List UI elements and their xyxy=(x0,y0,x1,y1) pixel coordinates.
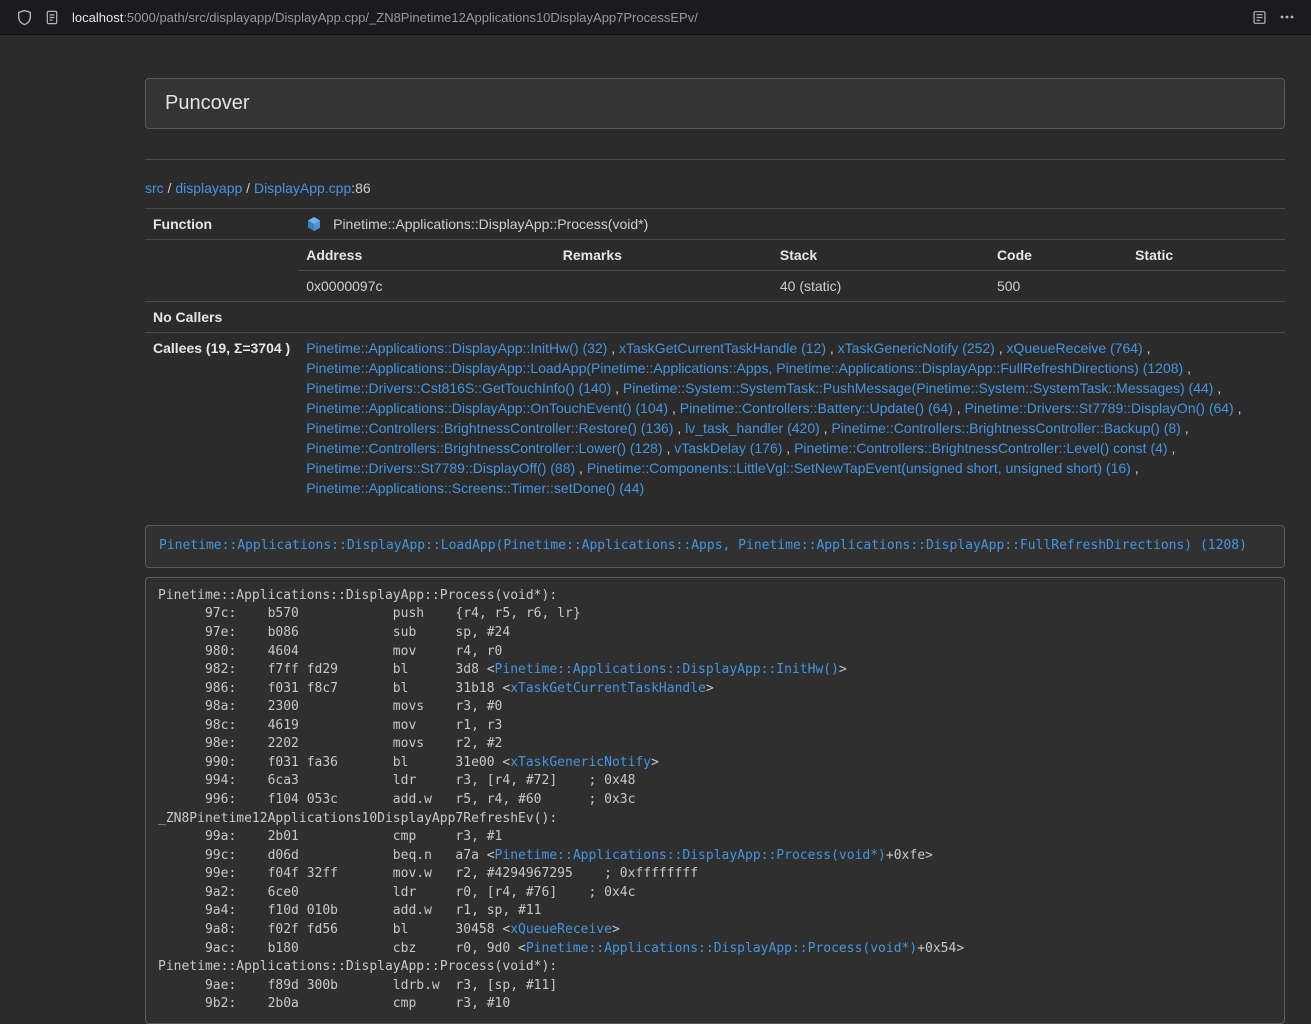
function-row: Function Pinetime::Applications::Display… xyxy=(145,209,1285,240)
callee-link[interactable]: Pinetime::Drivers::Cst816S::GetTouchInfo… xyxy=(306,380,611,396)
function-row-label: Function xyxy=(145,209,298,240)
more-menu-icon[interactable] xyxy=(1273,3,1301,31)
cell-remarks xyxy=(555,271,772,302)
breadcrumb-links: src / displayapp / DisplayApp.cpp xyxy=(145,180,351,196)
no-callers-row: No Callers xyxy=(145,302,1285,333)
callee-link[interactable]: Pinetime::Controllers::Battery::Update()… xyxy=(680,400,953,416)
callees-label: Callees (19, Σ=3704 ) xyxy=(145,333,298,504)
disassembly: Pinetime::Applications::DisplayApp::Proc… xyxy=(145,577,1285,1024)
metrics-row-label xyxy=(145,240,298,302)
cell-static xyxy=(1127,271,1285,302)
url-bar[interactable]: localhost:5000/path/src/displayapp/Displ… xyxy=(72,10,1245,25)
callee-link[interactable]: Pinetime::Applications::DisplayApp::OnTo… xyxy=(306,400,668,416)
code-symbol-link[interactable]: Pinetime::Applications::DisplayApp::Proc… xyxy=(495,848,886,863)
function-table: Function Pinetime::Applications::Display… xyxy=(145,208,1285,503)
callee-link[interactable]: lv_task_handler (420) xyxy=(685,420,820,436)
breadcrumb-separator: / xyxy=(242,180,254,196)
metrics-header-row: Address Remarks Stack Code Static xyxy=(298,240,1285,271)
col-address: Address xyxy=(298,240,555,271)
callees-row: Callees (19, Σ=3704 ) Pinetime::Applicat… xyxy=(145,333,1285,504)
metrics-row: Address Remarks Stack Code Static 0x0000… xyxy=(145,240,1285,302)
col-code: Code xyxy=(989,240,1127,271)
tracking-shield-icon[interactable] xyxy=(10,3,38,31)
highlighted-symbol-box: Pinetime::Applications::DisplayApp::Load… xyxy=(145,525,1285,568)
page-title: Puncover xyxy=(165,92,250,114)
breadcrumb-link[interactable]: src xyxy=(145,180,164,196)
callees-list: Pinetime::Applications::DisplayApp::Init… xyxy=(298,333,1285,504)
code-symbol-link[interactable]: xQueueReceive xyxy=(510,922,612,937)
code-symbol-link[interactable]: xTaskGenericNotify xyxy=(510,755,651,770)
callee-link[interactable]: Pinetime::Drivers::St7789::DisplayOff() … xyxy=(306,460,575,476)
col-static: Static xyxy=(1127,240,1285,271)
no-callers-label: No Callers xyxy=(145,302,298,333)
cell-code: 500 xyxy=(989,271,1127,302)
callee-link[interactable]: Pinetime::Applications::Screens::Timer::… xyxy=(306,480,644,496)
col-stack: Stack xyxy=(772,240,989,271)
callee-link[interactable]: xQueueReceive (764) xyxy=(1007,340,1143,356)
code-symbol-link[interactable]: Pinetime::Applications::DisplayApp::Proc… xyxy=(526,941,917,956)
metrics-cell: Address Remarks Stack Code Static 0x0000… xyxy=(298,240,1285,302)
callee-link[interactable]: Pinetime::Controllers::BrightnessControl… xyxy=(794,440,1167,456)
site-identity-icon[interactable] xyxy=(38,3,66,31)
browser-toolbar: localhost:5000/path/src/displayapp/Displ… xyxy=(0,0,1311,35)
code-symbol-link[interactable]: xTaskGetCurrentTaskHandle xyxy=(510,681,706,696)
url-host: localhost xyxy=(72,10,123,25)
callee-link[interactable]: xTaskGenericNotify (252) xyxy=(838,340,995,356)
function-name: Pinetime::Applications::DisplayApp::Proc… xyxy=(333,216,648,232)
callee-link[interactable]: Pinetime::Controllers::BrightnessControl… xyxy=(306,440,662,456)
metrics-value-row: 0x0000097c 40 (static) 500 xyxy=(298,271,1285,302)
callee-link[interactable]: Pinetime::Controllers::BrightnessControl… xyxy=(831,420,1180,436)
breadcrumb-link[interactable]: DisplayApp.cpp xyxy=(254,180,351,196)
app-title-panel: Puncover xyxy=(145,78,1285,129)
callee-link[interactable]: Pinetime::Drivers::St7789::DisplayOn() (… xyxy=(965,400,1234,416)
breadcrumb: src / displayapp / DisplayApp.cpp:86 xyxy=(145,180,1285,196)
callee-link[interactable]: xTaskGetCurrentTaskHandle (12) xyxy=(619,340,826,356)
callee-link[interactable]: Pinetime::Controllers::BrightnessControl… xyxy=(306,420,673,436)
url-path: :5000/path/src/displayapp/DisplayApp.cpp… xyxy=(123,10,698,25)
metrics-table: Address Remarks Stack Code Static 0x0000… xyxy=(298,240,1285,301)
divider xyxy=(145,159,1285,160)
no-callers-cell xyxy=(298,302,1285,333)
function-name-cell: Pinetime::Applications::DisplayApp::Proc… xyxy=(298,209,1285,240)
col-remarks: Remarks xyxy=(555,240,772,271)
code-symbol-link[interactable]: Pinetime::Applications::DisplayApp::Init… xyxy=(495,662,839,677)
callee-link[interactable]: Pinetime::Components::LittleVgl::SetNewT… xyxy=(587,460,1131,476)
callee-link[interactable]: Pinetime::Applications::DisplayApp::Init… xyxy=(306,340,607,356)
reader-view-icon[interactable] xyxy=(1245,3,1273,31)
page-content: Puncover src / displayapp / DisplayApp.c… xyxy=(0,35,1311,1024)
breadcrumb-separator: / xyxy=(164,180,176,196)
callee-link[interactable]: Pinetime::System::SystemTask::PushMessag… xyxy=(623,380,1214,396)
function-icon xyxy=(306,216,333,232)
cell-stack: 40 (static) xyxy=(772,271,989,302)
callee-link[interactable]: Pinetime::Applications::DisplayApp::Load… xyxy=(306,360,1183,376)
breadcrumb-suffix: :86 xyxy=(351,180,370,196)
cell-address: 0x0000097c xyxy=(298,271,555,302)
highlighted-symbol-link[interactable]: Pinetime::Applications::DisplayApp::Load… xyxy=(159,538,1247,553)
breadcrumb-link[interactable]: displayapp xyxy=(175,180,242,196)
callee-link[interactable]: vTaskDelay (176) xyxy=(674,440,782,456)
